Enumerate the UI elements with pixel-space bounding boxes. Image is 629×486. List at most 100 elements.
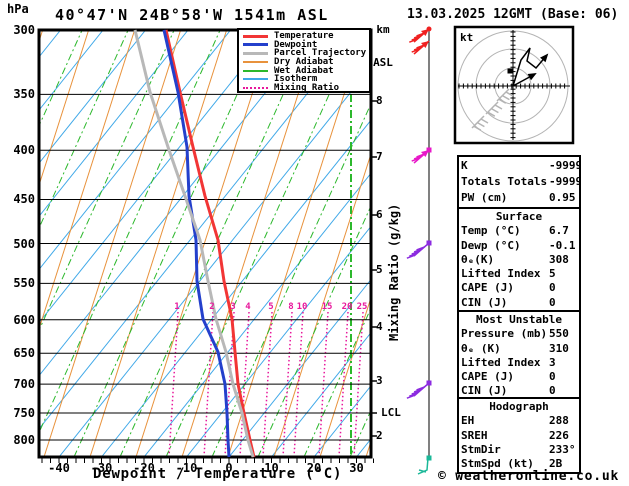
info-row-label: Lifted Index [461,355,541,369]
info-table-header: Most Unstable [475,313,563,326]
info-table-row: SREH 226 [461,429,577,443]
info-row-value: 5 [549,267,556,281]
pressure-tick-label: 450 [13,192,35,207]
info-table-row: Totals Totals -9999 [461,174,579,190]
info-table-row: Pressure (mb) 550 [461,327,577,341]
info-table-row: EH 288 [461,414,577,428]
altitude-tick-label: 4 [376,320,383,333]
info-row-value: 6.7 [549,224,569,238]
info-table-row: StmDir 233° [461,443,577,457]
mixing-ratio-value-label: 2 [209,302,215,312]
info-row-label: Pressure (mb) [461,327,548,341]
altitude-unit-km: km [376,23,390,36]
temperature-tick-label: 30 [349,461,364,475]
altitude-tick-label: 8 [376,94,383,107]
parcel-trajectory-swatch [243,51,268,55]
mixing-ratio-value-label: 15 [321,302,333,312]
info-row-value: -9999 [549,159,581,172]
pressure-tick-label: 650 [13,346,35,361]
info-row-label: SREH [461,428,488,442]
datetime-label: 13.03.2025 12GMT (Base: 06) [407,7,619,22]
pressure-tick-label: 400 [13,143,35,158]
x-axis-label: Dewpoint / Temperature (°C) [93,466,343,482]
info-table-row: PW (cm) 0.95 [461,190,577,206]
wind-barb [411,40,430,55]
pressure-tick-label: 500 [13,236,35,251]
pressure-axis-unit: hPa [7,2,29,16]
pressure-tick-label: 350 [13,87,35,102]
info-row-value: -0.1 [549,238,576,252]
mixing-ratio-value-label: 5 [268,302,274,312]
temperature-tick-label: -40 [48,461,70,475]
legend-item: Mixing Ratio [243,82,369,93]
info-row-label: Lifted Index [461,267,541,281]
lcl-label: LCL [381,406,401,419]
info-row-value: 288 [549,414,569,428]
wind-barb-dot [426,380,432,386]
hodograph-unit-label: kt [460,31,474,44]
pressure-tick-label: 600 [13,312,35,327]
info-row-label: θₑ(K) [461,252,495,266]
wind-barb [406,240,432,259]
isotherm-swatch [243,78,268,81]
pressure-tick-label: 550 [13,276,35,291]
info-table-section: Surface Temp (°C) 6.7 Dewp (°C) -0.1 θₑ(K) 308… [457,207,581,314]
info-row-label: Totals Totals [461,175,548,188]
info-row-label: Dewp (°C) [461,238,521,252]
altitude-tick-label: 5 [376,263,383,276]
info-table-row: θₑ(K) 308 [461,253,577,267]
altitude-axis-unit: km ASL [368,2,398,90]
mixing-ratio-value-label: 20 [341,302,353,312]
info-row-value: 226 [549,428,569,442]
mixing-ratio-value-label: 3 [230,302,236,312]
dewpoint-swatch [243,43,268,47]
altitude-tick-label: 7 [376,150,383,163]
info-row-value: 3 [549,355,556,369]
skewt-sounding-page: hPa 40°47'N 24B°58'W 1541m ASL km ASL 13… [0,0,629,486]
info-row-value: -9999 [549,175,581,188]
pressure-tick-label: 750 [13,406,35,420]
wind-barb-dot [426,147,432,153]
altitude-tick-label: 2 [376,429,383,442]
info-row-value: 0 [549,370,556,384]
wind-barb [417,455,432,475]
info-row-label: CAPE (J) [461,281,514,295]
info-row-label: CIN (J) [461,295,508,309]
info-table-header: Surface [495,210,543,223]
wind-barb [406,380,432,399]
info-row-value: 0.95 [549,191,576,204]
info-row-value: 308 [549,252,569,266]
wet-adiabat-swatch [243,69,268,72]
mixing-ratio-value-label: 4 [245,302,251,312]
pressure-tick-label: 300 [13,23,35,37]
dry-adiabat-swatch [243,61,268,64]
info-row-value: 310 [549,341,569,355]
legend-item-label: Mixing Ratio [274,82,340,93]
info-table-section: Most Unstable Pressure (mb) 550 θₑ (K) 310 Li… [457,310,581,402]
info-row-value: 0 [549,281,556,295]
info-table-row: Dewp (°C) -0.1 [461,239,577,253]
info-table-row: Lifted Index 5 [461,267,577,281]
info-table-section: K -9999 Totals Totals -9999 PW (cm) 0.95 [457,155,581,209]
mixing-ratio-value-label: 8 [288,302,294,312]
altitude-unit-asl: ASL [373,56,393,69]
info-row-label: PW (cm) [461,191,508,204]
info-table-section: Hodograph EH 288 SREH 226 StmDir 233° StmSpd (k… [457,397,581,475]
wind-barb-dot [426,240,432,246]
info-table-row: Lifted Index 3 [461,356,577,370]
mixing-ratio-value-label: 25 [356,302,368,312]
info-row-label: StmDir [461,442,501,456]
altitude-tick-label: 6 [376,208,383,221]
info-row-label: θₑ (K) [461,341,501,355]
info-row-label: Temp (°C) [461,224,521,238]
wind-barb [409,26,432,43]
info-row-label: EH [461,414,475,428]
info-table-header: Hodograph [489,400,549,413]
mixing-ratio-value-label: 1 [174,302,180,312]
info-table-row: θₑ (K) 310 [461,342,577,356]
pressure-tick-label: 800 [13,432,35,447]
info-table-row: CIN (J) 0 [461,296,577,310]
mixing-ratio-value-label: 10 [296,302,308,312]
info-row-value: 0 [549,295,556,309]
pressure-tick-label: 700 [13,377,35,392]
